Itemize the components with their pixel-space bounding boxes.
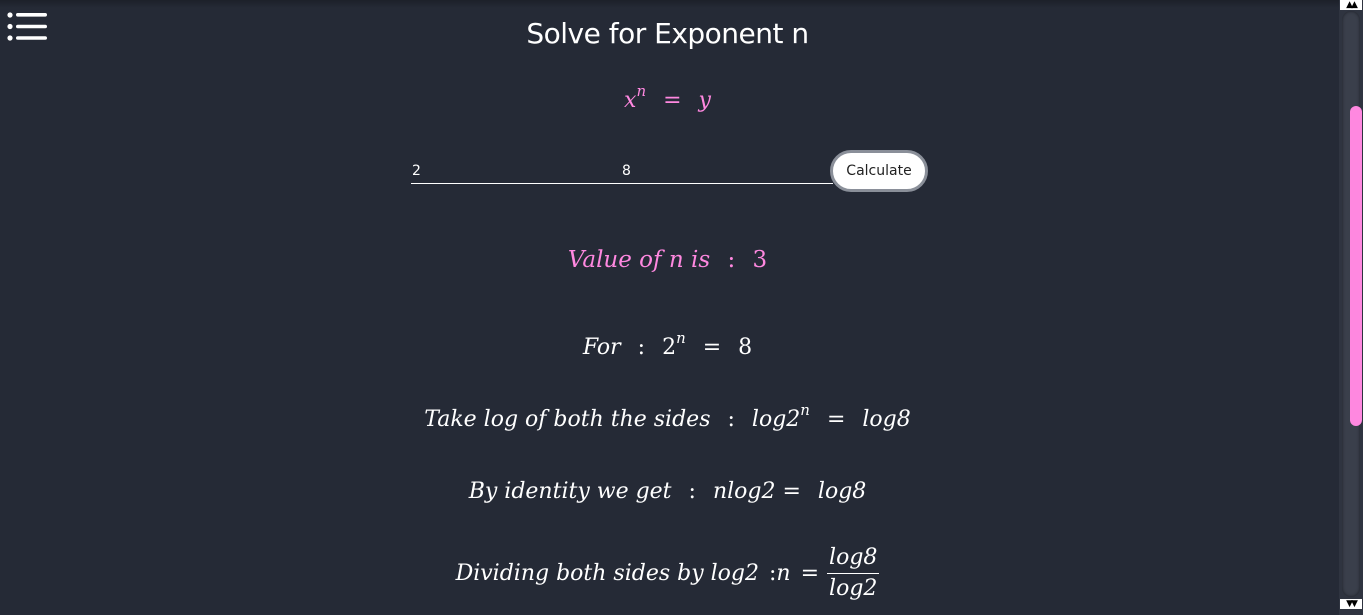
top-shadow	[0, 0, 1339, 8]
main-formula: xn = y	[0, 84, 1335, 113]
step3-label: By identity we get	[468, 479, 672, 504]
step1-base: 2	[662, 335, 677, 360]
fraction-numerator: log8	[827, 545, 880, 574]
fraction-denominator: log2	[829, 576, 878, 601]
step2-lhs: log2	[751, 407, 801, 432]
page-title: Solve for Exponent n	[526, 17, 809, 50]
step2-exp: n	[800, 401, 810, 420]
scroll-thumb[interactable]	[1350, 106, 1362, 426]
result-line: Value of n is : 3	[0, 247, 1335, 273]
input-row: Calculate	[411, 150, 931, 192]
formula-equals: =	[663, 88, 682, 113]
step4-sep: :	[769, 561, 777, 586]
step3-lhs: nlog2	[712, 479, 776, 504]
scroll-down-arrow-icon[interactable]: ▼▼	[1340, 599, 1362, 609]
step-dividing: Dividing both sides by log2 : n = log8 l…	[0, 545, 1335, 602]
formula-rhs: y	[698, 88, 711, 113]
result-separator: :	[727, 247, 736, 273]
result-label: Value of n is	[567, 247, 711, 273]
x-input[interactable]	[411, 158, 621, 184]
step-identity: By identity we get : nlog2 = log8	[0, 479, 1335, 504]
step3-rhs: log8	[817, 479, 867, 504]
page: Solve for Exponent n xn = y Calculate Va…	[0, 0, 1339, 615]
result-value: 3	[752, 247, 768, 273]
formula-exponent: n	[636, 82, 647, 101]
step-take-log: Take log of both the sides : log2n = log…	[0, 403, 1335, 432]
step1-exp: n	[676, 329, 686, 348]
step1-rhs: 8	[738, 335, 753, 360]
fraction: log8 log2	[827, 545, 880, 602]
step-for: For : 2n = 8	[0, 331, 1335, 360]
y-input[interactable]	[621, 158, 833, 184]
step3-sep: :	[688, 479, 696, 504]
step2-rhs: log8	[862, 407, 911, 432]
step3-eq: =	[782, 479, 801, 504]
calculate-button[interactable]: Calculate	[830, 150, 928, 192]
step4-label: Dividing both sides by log2	[455, 561, 759, 586]
formula-base: x	[624, 88, 637, 113]
step1-eq: =	[702, 335, 722, 360]
step4-lhs: n	[776, 561, 791, 586]
step2-sep: :	[727, 407, 735, 432]
scrollbar[interactable]: ▲▲ ▼▼	[1339, 0, 1363, 615]
step1-sep: :	[637, 335, 646, 360]
step2-eq: =	[826, 407, 846, 432]
step4-eq: =	[800, 561, 820, 586]
step1-label: For	[582, 335, 621, 360]
scroll-up-arrow-icon[interactable]: ▲▲	[1340, 0, 1362, 10]
step2-label: Take log of both the sides	[424, 407, 711, 432]
